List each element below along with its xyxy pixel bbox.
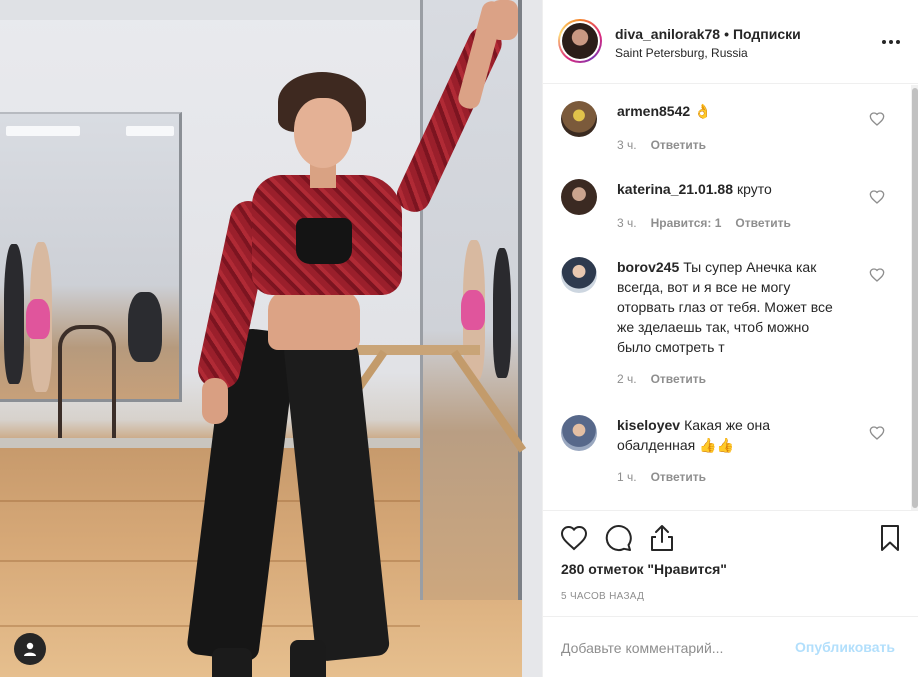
comment-like-heart-icon[interactable] — [869, 111, 885, 127]
comment-like-heart-icon[interactable] — [869, 189, 885, 205]
post-timestamp[interactable]: 5 часов назад — [561, 591, 644, 602]
background-person — [4, 244, 24, 384]
chair — [58, 325, 116, 445]
background-person-pink — [26, 299, 50, 339]
background-person — [128, 292, 162, 362]
reply-button[interactable]: Ответить — [651, 138, 706, 152]
background-person-pink — [461, 290, 485, 330]
follow-button[interactable]: Подписки — [733, 26, 801, 42]
separator-dot: • — [724, 26, 729, 42]
wall-strip — [522, 0, 542, 677]
publish-button[interactable]: Опубликовать — [795, 639, 895, 655]
comment-input[interactable] — [561, 637, 781, 659]
comment-time[interactable]: 2 ч. — [617, 372, 637, 386]
comment-likes[interactable]: Нравится: 1 — [651, 216, 722, 230]
comment-time[interactable]: 3 ч. — [617, 216, 637, 230]
share-icon[interactable] — [647, 523, 677, 553]
comment-username[interactable]: borov245 — [617, 259, 679, 275]
comment-like-heart-icon[interactable] — [869, 267, 885, 283]
reply-button[interactable]: Ответить — [651, 470, 706, 484]
comment-text: borov245 Ты супер Анечка как всегда, вот … — [617, 257, 847, 357]
add-comment-bar: Опубликовать — [543, 616, 918, 677]
comment-body: круто — [736, 181, 772, 197]
comment-username[interactable]: armen8542 — [617, 103, 690, 119]
table — [355, 345, 480, 355]
comment-username[interactable]: kiseloyev — [617, 417, 680, 433]
comment-time[interactable]: 1 ч. — [617, 470, 637, 484]
comment-body: 👌 — [694, 103, 712, 119]
reply-button[interactable]: Ответить — [735, 216, 790, 230]
comment-text: katerina_21.01.88 круто — [617, 179, 847, 199]
commenter-avatar[interactable] — [561, 179, 597, 215]
comment-icon[interactable] — [603, 523, 633, 553]
comments-list: armen8542 👌 3 ч. Ответить katerina_21.01.8… — [543, 85, 918, 510]
more-horizontal-icon[interactable] — [879, 32, 903, 52]
post-actions: 280 отметок "Нравится" 5 часов назад — [543, 510, 918, 616]
reply-button[interactable]: Ответить — [651, 372, 706, 386]
author-avatar[interactable] — [558, 19, 602, 63]
author-username[interactable]: diva_anilorak78 — [615, 26, 720, 42]
post-photo[interactable] — [0, 0, 542, 677]
likes-count[interactable]: 280 отметок "Нравится" — [561, 561, 727, 577]
tagged-users-icon[interactable] — [14, 633, 46, 665]
ceiling-lamp — [6, 126, 80, 136]
comment-meta: 1 ч. Ответить — [617, 470, 720, 484]
comment-username[interactable]: katerina_21.01.88 — [617, 181, 733, 197]
comment-like-heart-icon[interactable] — [869, 425, 885, 441]
heart-icon[interactable] — [559, 523, 589, 553]
commenter-avatar[interactable] — [561, 257, 597, 293]
comment-text: kiseloyev Какая же она обалденная 👍👍 — [617, 415, 837, 455]
background-person — [493, 248, 511, 378]
comment-meta: 3 ч. Ответить — [617, 138, 720, 152]
comment-meta: 2 ч. Ответить — [617, 372, 720, 386]
location-link[interactable]: Saint Petersburg, Russia — [615, 46, 748, 60]
commenter-avatar[interactable] — [561, 415, 597, 451]
post-header: diva_anilorak78 • Подписки Saint Petersbur… — [543, 0, 918, 84]
comment-time[interactable]: 3 ч. — [617, 138, 637, 152]
post-side-panel: diva_anilorak78 • Подписки Saint Petersbur… — [542, 0, 918, 677]
bookmark-icon[interactable] — [875, 523, 905, 553]
comment-meta: 3 ч. Нравится: 1 Ответить — [617, 216, 805, 230]
comment-text: armen8542 👌 — [617, 101, 847, 121]
ceiling-lamp — [126, 126, 174, 136]
comments-scrollbar-thumb[interactable] — [912, 88, 918, 508]
author-line: diva_anilorak78 • Подписки — [615, 26, 801, 42]
commenter-avatar[interactable] — [561, 101, 597, 137]
